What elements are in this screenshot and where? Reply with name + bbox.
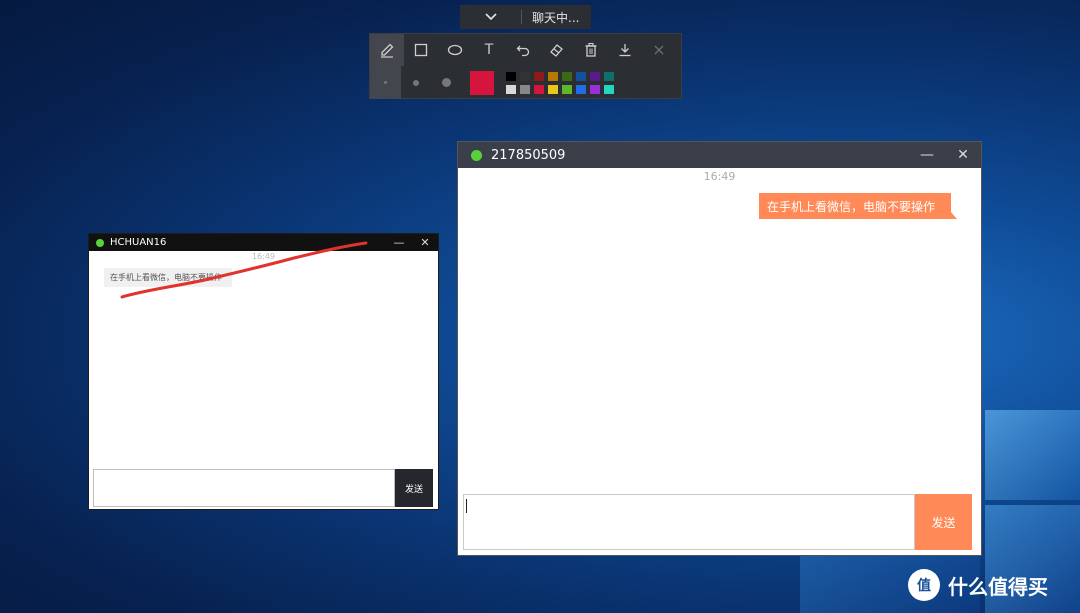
send-button[interactable]: 发送 xyxy=(395,469,433,507)
window-title: HCHUAN16 xyxy=(110,237,167,248)
message-input[interactable] xyxy=(463,494,915,550)
message-input[interactable] xyxy=(93,469,395,507)
watermark-logo-icon: 值 xyxy=(908,569,940,601)
trash-icon[interactable] xyxy=(574,34,608,66)
title-bar[interactable]: 217850509 — ✕ xyxy=(458,142,981,168)
color-swatch[interactable] xyxy=(548,71,558,81)
color-swatch[interactable] xyxy=(562,84,572,94)
color-swatch[interactable] xyxy=(576,71,586,81)
pen-icon[interactable] xyxy=(370,34,404,66)
close-icon[interactable]: ✕ xyxy=(945,147,981,163)
brush-size-medium[interactable] xyxy=(401,66,432,99)
brush-size-large[interactable] xyxy=(431,66,462,99)
color-swatch[interactable] xyxy=(590,84,600,94)
text-icon[interactable]: T xyxy=(472,34,506,66)
download-icon[interactable] xyxy=(608,34,642,66)
ellipse-icon[interactable] xyxy=(438,34,472,66)
message-timestamp: 16:49 xyxy=(703,170,736,183)
color-swatch[interactable] xyxy=(604,71,614,81)
status-pill[interactable]: 聊天中... xyxy=(460,5,591,29)
annotation-toolbar: T xyxy=(369,33,682,99)
color-palette xyxy=(506,71,614,94)
close-icon[interactable] xyxy=(642,34,676,66)
close-icon[interactable]: ✕ xyxy=(412,236,438,249)
text-caret xyxy=(466,499,467,513)
online-status-icon xyxy=(471,149,482,161)
received-message-bubble: 在手机上看微信，电脑不要操作 xyxy=(104,268,232,287)
eraser-icon[interactable] xyxy=(540,34,574,66)
minimize-icon[interactable]: — xyxy=(909,147,945,163)
color-swatch[interactable] xyxy=(534,84,544,94)
chevron-down-icon[interactable] xyxy=(460,10,522,24)
desktop-pane xyxy=(985,410,1080,500)
brush-size-small[interactable] xyxy=(370,66,401,99)
color-swatch[interactable] xyxy=(604,84,614,94)
window-title: 217850509 xyxy=(491,147,566,163)
color-swatch[interactable] xyxy=(576,84,586,94)
message-timestamp: 16:49 xyxy=(251,252,276,261)
color-swatch[interactable] xyxy=(534,71,544,81)
status-label: 聊天中... xyxy=(532,10,580,25)
color-swatch[interactable] xyxy=(506,84,516,94)
send-button[interactable]: 发送 xyxy=(915,494,972,550)
chat-window-small: HCHUAN16 — ✕ 16:49 在手机上看微信，电脑不要操作 发送 xyxy=(88,233,439,510)
chat-window-large: 217850509 — ✕ 16:49 在手机上看微信，电脑不要操作 发送 xyxy=(457,141,982,556)
color-swatch[interactable] xyxy=(520,84,530,94)
color-swatch[interactable] xyxy=(520,71,530,81)
current-color-swatch[interactable] xyxy=(470,70,494,95)
color-swatch[interactable] xyxy=(548,84,558,94)
watermark: 值 什么值得买 xyxy=(908,569,1048,601)
color-swatch[interactable] xyxy=(506,71,516,81)
minimize-icon[interactable]: — xyxy=(386,236,412,249)
online-status-icon xyxy=(96,238,104,247)
rectangle-icon[interactable] xyxy=(404,34,438,66)
color-swatch[interactable] xyxy=(562,71,572,81)
undo-icon[interactable] xyxy=(506,34,540,66)
watermark-text: 什么值得买 xyxy=(948,574,1048,599)
title-bar[interactable]: HCHUAN16 — ✕ xyxy=(89,234,438,251)
sent-message-bubble: 在手机上看微信，电脑不要操作 xyxy=(758,193,958,219)
color-swatch[interactable] xyxy=(590,71,600,81)
